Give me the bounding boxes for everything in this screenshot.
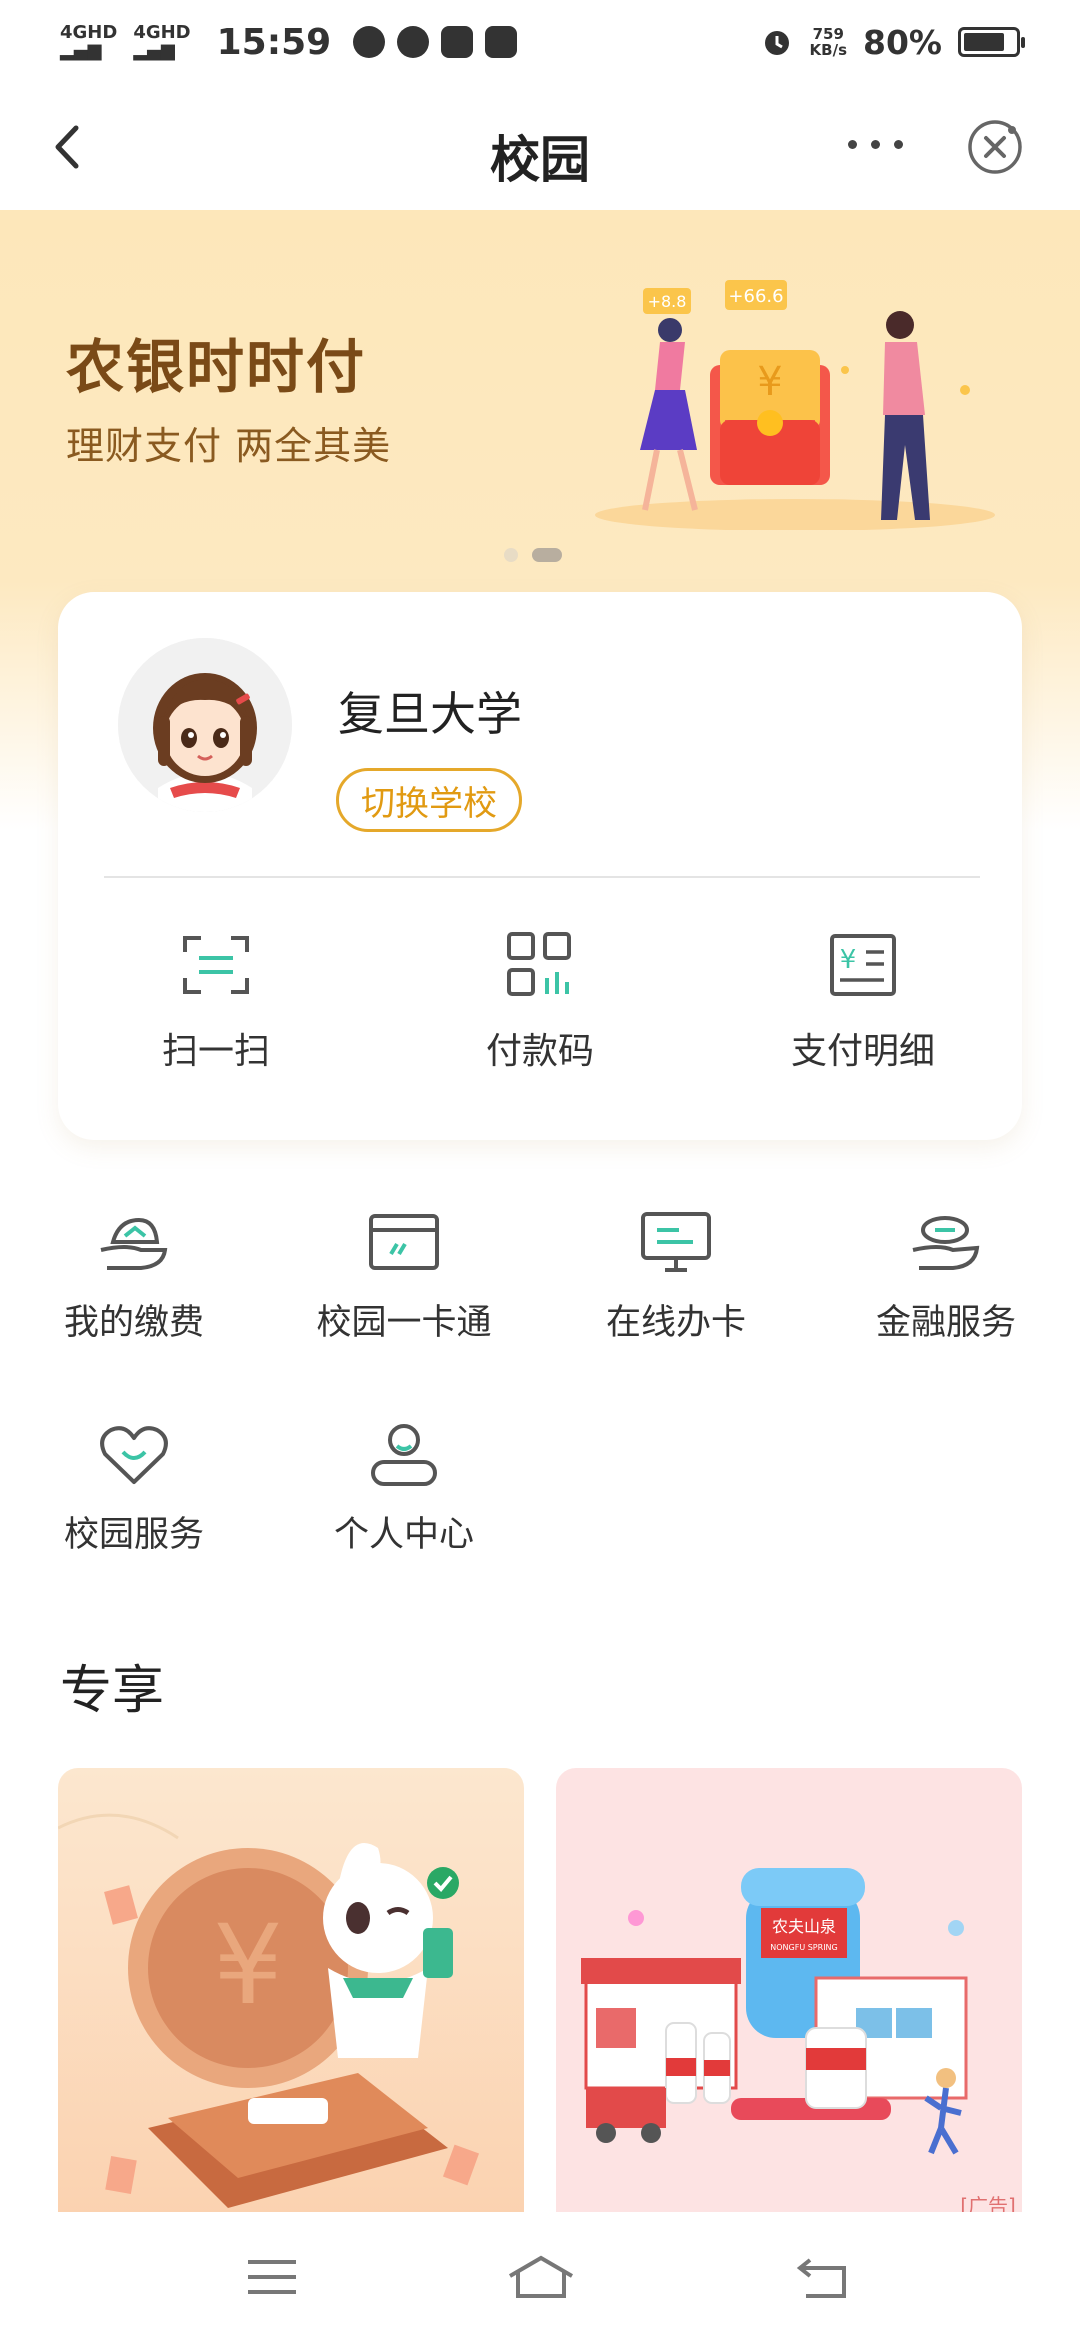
scan-button[interactable]: 扫一扫 [116,932,316,1074]
chat-icon [353,26,386,58]
banner-pagination [504,548,562,562]
campus-card-label: 校园一卡通 [316,1303,492,1343]
pagination-dot-active[interactable] [532,548,562,562]
signal-2: 4GHD ▂▄▆ [133,22,191,61]
banner-illustration: ¥ +66.6 +8.8 [595,280,995,530]
ad-brand: 农夫山泉 [772,1917,836,1936]
coin-mascot-image: ¥ [58,1813,480,2208]
app-notification-icon [397,26,430,58]
svg-text:¥: ¥ [213,1901,283,2029]
heart-icon [100,1426,168,1484]
school-name: 复旦大学 [338,687,522,741]
scan-label: 扫一扫 [161,1031,270,1072]
payment-detail-button[interactable]: ¥ 支付明细 [763,932,963,1074]
status-time: 15:59 [216,21,332,63]
monitor-card-icon [641,1212,711,1272]
finance-service-label: 金融服务 [875,1303,1016,1343]
page-title: 校园 [490,131,590,189]
promo-card-coin[interactable]: ¥ [58,1768,524,2218]
system-nav-bar [0,2212,1080,2340]
send-icon [485,26,518,58]
back-icon[interactable] [796,2254,852,2300]
more-options-icon[interactable] [848,140,903,149]
signal-1: 4GHD ▂▄▆ [60,22,118,61]
payment-detail-label: 支付明细 [790,1031,935,1072]
banner-tag-2: +66.6 [728,286,783,307]
payment-hand-icon [100,1217,168,1270]
network-speed: 759 KB/s [809,25,847,59]
personal-center-label: 个人中心 [333,1515,474,1555]
school-card: 复旦大学 切换学校 扫一扫 付款码 ¥ 支付明细 [58,592,1022,1140]
my-payment-button[interactable]: 我的缴费 [34,1210,234,1345]
person-icon [371,1424,437,1486]
payment-code-button[interactable]: 付款码 [440,932,640,1074]
divider [104,876,980,878]
banner-subtitle: 理财支付 两全其美 [66,424,392,468]
payment-detail-icon: ¥ [830,934,896,996]
pagination-dot[interactable] [504,548,518,562]
nongfu-spring-ad-image: 农夫山泉 NONGFU SPRING [广告] [581,1868,1016,2218]
scan-icon [183,936,249,994]
navbar: 校园 [0,84,1080,210]
battery-icon [958,27,1025,57]
banner-title: 农银时时付 [66,333,367,401]
battery-percent: 80% [863,22,942,62]
alarm-icon [764,31,789,55]
qr-code-icon [507,932,571,996]
home-icon[interactable] [506,2254,576,2300]
payment-code-label: 付款码 [485,1031,594,1072]
my-payment-label: 我的缴费 [63,1303,204,1343]
promo-card-ad[interactable]: 农夫山泉 NONGFU SPRING [广告] [556,1768,1022,2218]
close-miniapp-icon[interactable] [966,118,1024,176]
avatar[interactable] [118,638,292,812]
campus-service-button[interactable]: 校园服务 [34,1422,234,1557]
campus-card-button[interactable]: 校园一卡通 [304,1210,504,1345]
menu-icon[interactable] [244,2254,300,2300]
campus-service-label: 校园服务 [63,1515,204,1555]
ad-brand-en: NONGFU SPRING [770,1943,837,1952]
finance-service-button[interactable]: 金融服务 [846,1210,1046,1345]
status-bar: 4GHD ▂▄▆ 4GHD ▂▄▆ 15:59 759 KB/s 80% [0,0,1080,84]
banner-tag-1: +8.8 [648,292,687,311]
campus-card-icon [369,1214,439,1270]
mail-icon [441,26,474,58]
personal-center-button[interactable]: 个人中心 [304,1422,504,1557]
svg-text:¥: ¥ [840,945,857,975]
switch-school-button[interactable]: 切换学校 [336,768,522,832]
finance-hand-icon [912,1216,980,1270]
online-card-button[interactable]: 在线办卡 [576,1210,776,1345]
svg-text:¥: ¥ [757,359,782,405]
online-card-label: 在线办卡 [605,1303,746,1343]
exclusive-section-title: 专享 [60,1661,165,1721]
